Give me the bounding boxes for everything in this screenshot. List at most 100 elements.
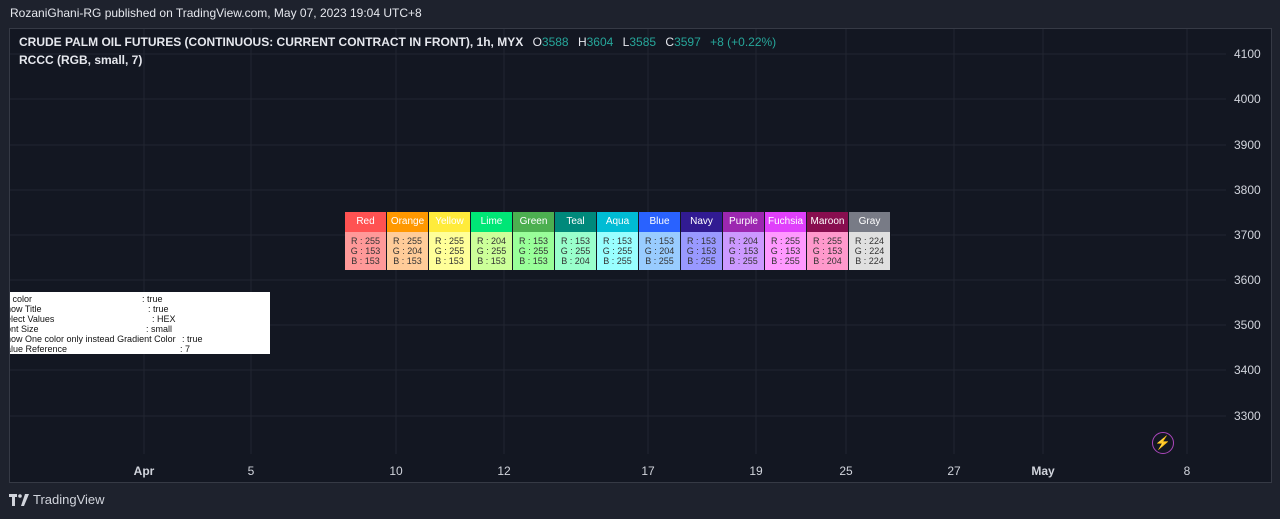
price-tick-label: 3300 [1234,409,1261,423]
rgb-g-value: G : 255 [560,246,591,256]
time-tick-label: 5 [247,464,255,478]
color-name-cell: Lime [471,212,512,232]
color-column: Navy R : 153 G : 153 B : 255 [681,212,723,270]
low-value: 3585 [629,35,657,49]
symbol-title: CRUDE PALM OIL FUTURES (CONTINUOUS: CURR… [19,35,524,49]
rgb-g-value: G : 204 [392,246,423,256]
color-name-cell: Navy [681,212,722,232]
settings-value: : true [148,304,169,314]
color-column: Lime R : 204 G : 255 B : 153 [471,212,513,270]
color-name-cell: Orange [387,212,428,232]
color-name-cell: Aqua [597,212,638,232]
high-label: H [577,35,587,49]
settings-row: ll color: true [10,294,270,304]
symbol-legend[interactable]: CRUDE PALM OIL FUTURES (CONTINUOUS: CURR… [19,35,776,49]
rgb-g-value: G : 153 [770,246,801,256]
color-column: Aqua R : 153 G : 255 B : 255 [597,212,639,270]
rgb-b-value: B : 153 [477,256,506,266]
price-tick-label: 3900 [1234,138,1261,152]
settings-value: : true [182,334,203,344]
rgb-b-value: B : 153 [393,256,422,266]
rgb-g-value: G : 153 [728,246,759,256]
rgb-b-value: B : 204 [813,256,842,266]
rgb-g-value: G : 153 [812,246,843,256]
time-tick-label: 17 [641,464,655,478]
close-value: 3597 [674,35,701,49]
rgb-r-value: R : 153 [644,236,675,246]
price-axis[interactable]: 4100 4000 3900 3800 3700 3600 3500 3400 3300 [1226,29,1271,482]
color-table: Red R : 255 G : 153 B : 153 Orange R : 255 G :… [345,212,891,270]
price-tick-label: 3700 [1234,228,1261,242]
color-name-cell: Gray [849,212,890,232]
price-tick-label: 3500 [1234,318,1261,332]
lightning-bolt-icon[interactable]: ⚡ [1152,432,1174,454]
rgb-values-cell: R : 204 G : 153 B : 255 [723,232,764,270]
rgb-values-cell: R : 255 G : 153 B : 153 [345,232,386,270]
rgb-r-value: R : 255 [770,236,801,246]
settings-value: : 7 [180,344,191,354]
time-tick-label: 19 [749,464,763,478]
settings-value: : HEX [152,314,176,324]
settings-row: alue Reference : 7 [10,344,270,354]
color-name-cell: Yellow [429,212,470,232]
rgb-g-value: G : 204 [644,246,675,256]
rgb-values-cell: R : 153 G : 153 B : 255 [681,232,722,270]
rgb-g-value: G : 255 [518,246,549,256]
color-name-cell: Maroon [807,212,848,232]
rgb-r-value: R : 255 [392,236,423,246]
rgb-r-value: R : 255 [350,236,381,246]
rgb-b-value: B : 255 [603,256,632,266]
settings-row: how One color only instead Gradient Colo… [10,334,270,344]
rgb-b-value: B : 204 [561,256,590,266]
rgb-b-value: B : 224 [855,256,884,266]
color-column: Teal R : 153 G : 255 B : 204 [555,212,597,270]
settings-key: ont Size [10,324,39,334]
publish-bar: RozaniGhani-RG published on TradingView.… [0,0,1280,28]
rgb-r-value: R : 255 [434,236,465,246]
settings-value: : small [146,324,173,334]
rgb-g-value: G : 255 [476,246,507,256]
rgb-b-value: B : 153 [519,256,548,266]
open-value: 3588 [541,35,569,49]
rgb-r-value: R : 153 [518,236,549,246]
color-name-cell: Blue [639,212,680,232]
rgb-r-value: R : 255 [812,236,843,246]
rgb-values-cell: R : 255 G : 153 B : 255 [765,232,806,270]
close-label: C [665,35,675,49]
color-column: Maroon R : 255 G : 153 B : 204 [807,212,849,270]
settings-key: how One color only instead Gradient Colo… [10,334,176,344]
rgb-b-value: B : 255 [687,256,716,266]
price-tick-label: 3800 [1234,183,1261,197]
settings-key: alue Reference [10,344,68,354]
settings-value: : true [142,294,163,304]
chart-pane[interactable]: CRUDE PALM OIL FUTURES (CONTINUOUS: CURR… [9,28,1272,483]
color-name-cell: Green [513,212,554,232]
rgb-b-value: B : 255 [771,256,800,266]
color-column: Yellow R : 255 G : 255 B : 153 [429,212,471,270]
rgb-values-cell: R : 153 G : 255 B : 153 [513,232,554,270]
settings-table: ll color: truehow Title: trueelect Value… [10,292,270,354]
time-tick-label: May [1031,464,1055,478]
settings-row: ont Size : small [10,324,270,334]
rgb-g-value: G : 255 [602,246,633,256]
rgb-r-value: R : 153 [602,236,633,246]
color-name-cell: Fuchsia [765,212,806,232]
settings-row: elect Values: HEX [10,314,270,324]
settings-key: how Title [10,304,42,314]
time-axis[interactable]: Apr 5 10 12 17 19 25 27 May 8 [10,454,1226,482]
time-tick-label: 27 [947,464,961,478]
rgb-r-value: R : 224 [854,236,885,246]
price-tick-label: 4100 [1234,47,1261,61]
color-name-cell: Red [345,212,386,232]
color-name-cell: Purple [723,212,764,232]
price-tick-label: 3400 [1234,363,1261,377]
footer-brand[interactable]: TradingView [9,492,105,507]
rgb-g-value: G : 255 [434,246,465,256]
rgb-r-value: R : 204 [476,236,507,246]
indicator-label[interactable]: RCCC (RGB, small, 7) [19,53,142,67]
rgb-g-value: G : 224 [854,246,885,256]
time-tick-label: Apr [133,464,155,478]
rgb-r-value: R : 153 [560,236,591,246]
brand-name: TradingView [33,492,105,507]
rgb-values-cell: R : 153 G : 255 B : 255 [597,232,638,270]
